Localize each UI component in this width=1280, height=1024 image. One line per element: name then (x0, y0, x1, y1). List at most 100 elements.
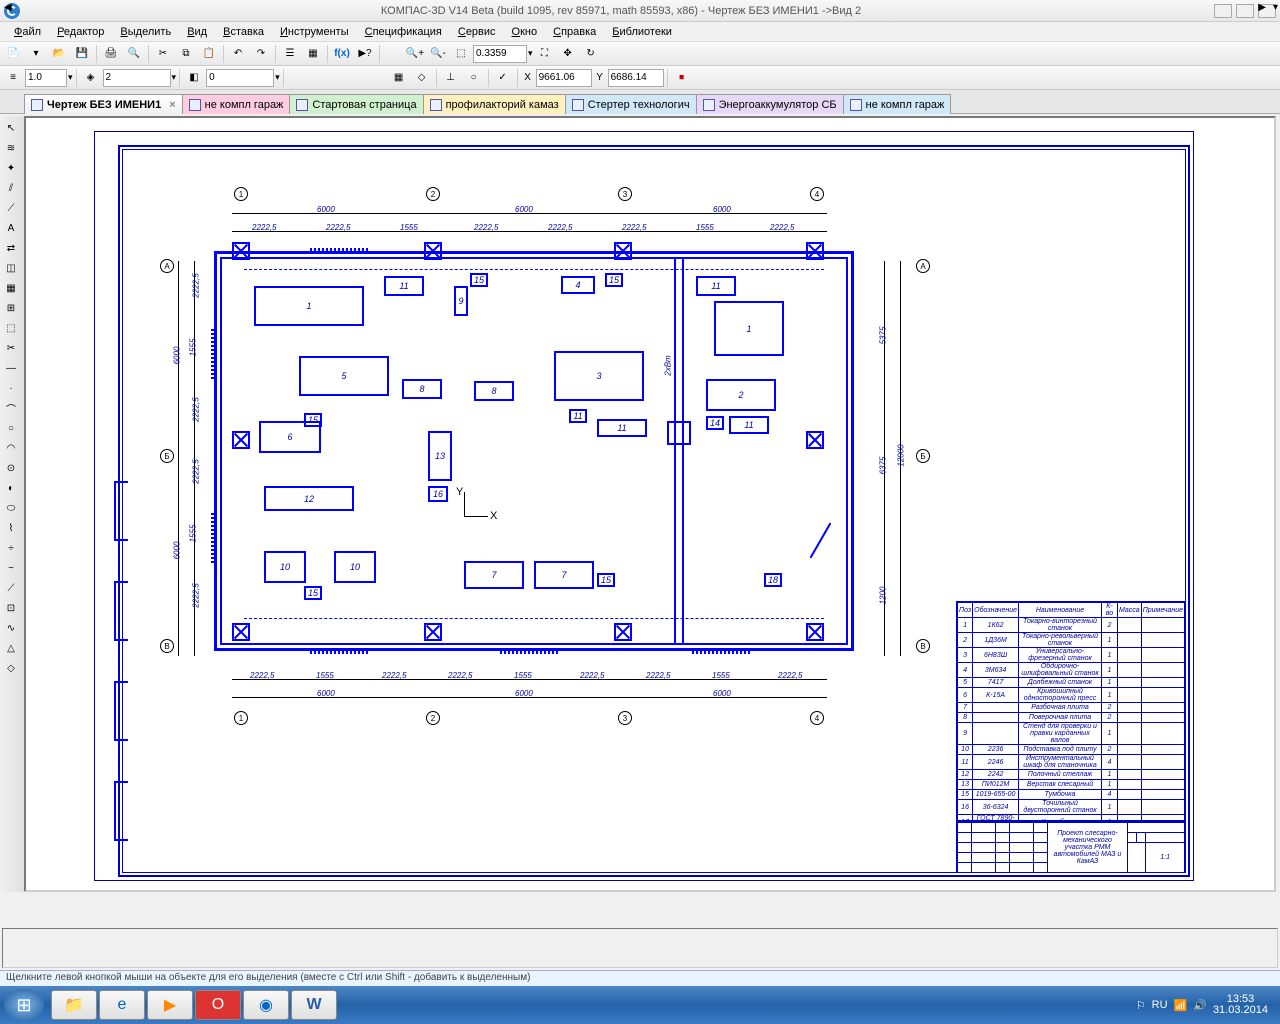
new-doc-drop-button[interactable]: ▾ (25, 44, 47, 64)
doc-tab-3[interactable]: профилакторий камаз (423, 94, 566, 114)
tool-23[interactable]: ⟋ (0, 578, 22, 598)
menu-Редактор[interactable]: Редактор (51, 24, 110, 40)
menu-Файл[interactable]: Файл (8, 24, 47, 40)
properties-button[interactable]: ☰ (279, 44, 301, 64)
tool-9[interactable]: ⊞ (0, 298, 22, 318)
start-button[interactable]: ⊞ (4, 989, 44, 1021)
menu-Вид[interactable]: Вид (181, 24, 213, 40)
tray-vol-icon[interactable]: 🔊 (1193, 999, 1207, 1012)
tool-8[interactable]: ▦ (0, 278, 22, 298)
tool-4[interactable]: ⟋ (0, 198, 22, 218)
tab-menu[interactable]: ▾ (1273, 2, 1278, 13)
menu-Справка[interactable]: Справка (547, 24, 602, 40)
tray-flag-icon[interactable]: ⚐ (1136, 999, 1146, 1012)
tool-13[interactable]: · (0, 378, 22, 398)
tool-7[interactable]: ◫ (0, 258, 22, 278)
task-kompas[interactable]: ◉ (243, 990, 289, 1020)
round-button[interactable]: ○ (463, 68, 485, 88)
tray-lang[interactable]: RU (1152, 999, 1168, 1011)
task-ie[interactable]: e (99, 990, 145, 1020)
minimize-button[interactable] (1214, 4, 1232, 18)
menu-Вставка[interactable]: Вставка (217, 24, 270, 40)
tool-27[interactable]: ◇ (0, 658, 22, 678)
copy-button[interactable]: ⧉ (175, 44, 197, 64)
tool-3[interactable]: ⫽ (0, 178, 22, 198)
tool-21[interactable]: ÷ (0, 538, 22, 558)
zoomout-button[interactable]: 🔍- (427, 44, 449, 64)
tool-6[interactable]: ⇄ (0, 238, 22, 258)
maximize-button[interactable] (1236, 4, 1254, 18)
tool-2[interactable]: ✦ (0, 158, 22, 178)
variables-button[interactable]: f(x) (331, 44, 353, 64)
tool-16[interactable]: ◠ (0, 438, 22, 458)
open-button[interactable]: 📂 (48, 44, 70, 64)
layer-button[interactable]: ◈ (80, 68, 102, 88)
tool-24[interactable]: ⊡ (0, 598, 22, 618)
menu-Сервис[interactable]: Сервис (452, 24, 502, 40)
help-pointer-button[interactable]: ▶? (354, 44, 376, 64)
scale-input[interactable] (25, 69, 67, 87)
task-explorer[interactable]: 📁 (51, 990, 97, 1020)
tool-10[interactable]: ⬚ (0, 318, 22, 338)
style-button[interactable]: ≡ (2, 68, 24, 88)
ortho-button[interactable]: ⊥ (440, 68, 462, 88)
tool-19[interactable]: ⬭ (0, 498, 22, 518)
save-button[interactable]: 💾 (71, 44, 93, 64)
zoom-input[interactable] (473, 45, 527, 63)
menu-Спецификация[interactable]: Спецификация (359, 24, 448, 40)
tool-25[interactable]: ∿ (0, 618, 22, 638)
snap-toggle-button[interactable]: ✓ (492, 68, 514, 88)
menu-Выделить[interactable]: Выделить (114, 24, 177, 40)
tab-scroll-right[interactable]: ▶ (1258, 2, 1266, 13)
stop-button[interactable]: ⏹ (671, 68, 693, 88)
zoomin-button[interactable]: 🔍+ (404, 44, 426, 64)
snap-end-button[interactable]: ◇ (411, 68, 433, 88)
coord-x[interactable] (536, 69, 592, 87)
tray-net-icon[interactable]: 📶 (1174, 999, 1188, 1012)
print-button[interactable]: 🖨 (100, 44, 122, 64)
tool-26[interactable]: △ (0, 638, 22, 658)
task-word[interactable]: W (291, 990, 337, 1020)
doc-tab-5[interactable]: Энергоаккумулятор СБ (696, 94, 844, 114)
menu-Инструменты[interactable]: Инструменты (274, 24, 355, 40)
zoom-fit-button[interactable]: ⛶ (534, 44, 556, 64)
drawing-workspace[interactable]: 11223344ААББВВ 2xВт (24, 116, 1276, 892)
task-media[interactable]: ▶ (147, 990, 193, 1020)
menu-Библиотеки[interactable]: Библиотеки (606, 24, 678, 40)
redraw-button[interactable]: ↻ (580, 44, 602, 64)
tool-5[interactable]: A (0, 218, 22, 238)
tool-14[interactable]: ⌒ (0, 398, 22, 418)
coord-y[interactable] (608, 69, 664, 87)
layer-input[interactable] (103, 69, 171, 87)
redo-button[interactable]: ↷ (250, 44, 272, 64)
tool-1[interactable]: ≋ (0, 138, 22, 158)
tool-18[interactable]: ◐ (0, 478, 22, 498)
tab-scroll-left[interactable]: ◀ (4, 2, 12, 13)
pan-button[interactable]: ✥ (557, 44, 579, 64)
doc-tab-2[interactable]: Стартовая страница (289, 94, 423, 114)
tool-20[interactable]: ⌇ (0, 518, 22, 538)
doc-tab-6[interactable]: не компл гараж (843, 94, 952, 114)
snap-grid-button[interactable]: ▦ (388, 68, 410, 88)
command-panel[interactable] (2, 928, 1278, 968)
task-opera[interactable]: O (195, 990, 241, 1020)
tool-11[interactable]: ✂ (0, 338, 22, 358)
doc-tab-1[interactable]: не компл гараж (182, 94, 291, 114)
menu-Окно[interactable]: Окно (506, 24, 544, 40)
preview-button[interactable]: 🔍 (123, 44, 145, 64)
colorlayer-button[interactable]: ◧ (183, 68, 205, 88)
tool-15[interactable]: ○ (0, 418, 22, 438)
system-tray[interactable]: ⚐ RU 📶 🔊 13:53 31.03.2014 (1128, 994, 1276, 1016)
tool-22[interactable]: ~ (0, 558, 22, 578)
doc-tab-0[interactable]: Чертеж БЕЗ ИМЕНИ1× (24, 94, 183, 114)
colorlayer-input[interactable] (206, 69, 274, 87)
tool-12[interactable]: — (0, 358, 22, 378)
doc-manager-button[interactable]: ▦ (302, 44, 324, 64)
tool-0[interactable]: ↖ (0, 118, 22, 138)
zoom-window-button[interactable]: ⬚ (450, 44, 472, 64)
paste-button[interactable]: 📋 (198, 44, 220, 64)
cut-button[interactable]: ✂ (152, 44, 174, 64)
new-doc-button[interactable]: 📄 (2, 44, 24, 64)
doc-tab-4[interactable]: Стертер технологич (565, 94, 697, 114)
undo-button[interactable]: ↶ (227, 44, 249, 64)
